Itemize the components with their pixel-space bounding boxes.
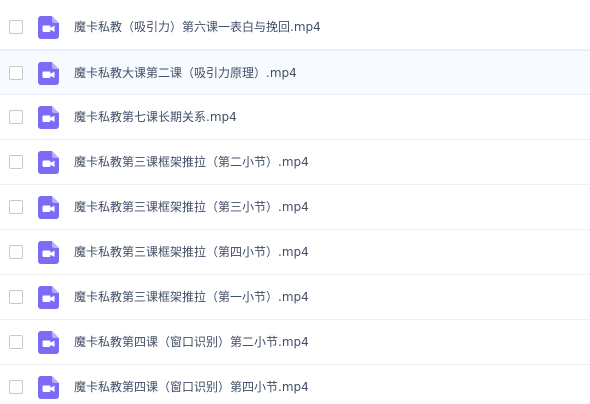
video-file-icon [38, 61, 59, 85]
video-file-icon [38, 151, 59, 174]
row-checkbox[interactable] [9, 380, 23, 394]
video-file-icon [38, 16, 59, 39]
row-checkbox[interactable] [9, 155, 23, 169]
file-row[interactable]: 魔卡私教第七课长期关系.mp4 [0, 95, 590, 140]
row-checkbox[interactable] [9, 290, 23, 304]
file-name[interactable]: 魔卡私教第三课框架推拉（第一小节）.mp4 [74, 289, 309, 305]
file-row[interactable]: 魔卡私教第四课（窗口识别）第二小节.mp4 [0, 320, 590, 365]
file-name[interactable]: 魔卡私教第四课（窗口识别）第二小节.mp4 [74, 334, 309, 350]
video-file-icon [38, 376, 59, 399]
file-row[interactable]: 魔卡私教第三课框架推拉（第三小节）.mp4 [0, 185, 590, 230]
video-file-icon [38, 331, 59, 354]
video-file-icon [38, 286, 59, 309]
row-checkbox[interactable] [9, 245, 23, 259]
file-row[interactable]: 魔卡私教第三课框架推拉（第一小节）.mp4 [0, 275, 590, 320]
row-checkbox[interactable] [9, 20, 23, 34]
file-name[interactable]: 魔卡私教第三课框架推拉（第二小节）.mp4 [74, 154, 309, 170]
file-name[interactable]: 魔卡私教第三课框架推拉（第三小节）.mp4 [74, 199, 309, 215]
video-file-icon [38, 106, 59, 129]
file-name[interactable]: 魔卡私教第四课（窗口识别）第四小节.mp4 [74, 379, 309, 395]
file-row[interactable]: 魔卡私教第四课（窗口识别）第四小节.mp4 [0, 365, 590, 404]
video-file-icon [38, 196, 59, 219]
file-list: 魔卡私教（吸引力）第六课一表白与挽回.mp4 魔卡私教大课第二课（吸引力原理）.… [0, 0, 590, 404]
row-checkbox[interactable] [9, 65, 23, 80]
file-name[interactable]: 魔卡私教第七课长期关系.mp4 [74, 109, 237, 125]
row-checkbox[interactable] [9, 200, 23, 214]
file-row[interactable]: 魔卡私教大课第二课（吸引力原理）.mp4 [0, 50, 590, 95]
file-row[interactable]: 魔卡私教第三课框架推拉（第二小节）.mp4 [0, 140, 590, 185]
file-row[interactable]: 魔卡私教第三课框架推拉（第四小节）.mp4 [0, 230, 590, 275]
file-name[interactable]: 魔卡私教第三课框架推拉（第四小节）.mp4 [74, 244, 309, 260]
row-checkbox[interactable] [9, 335, 23, 349]
file-row[interactable]: 魔卡私教（吸引力）第六课一表白与挽回.mp4 [0, 5, 590, 50]
file-name[interactable]: 魔卡私教（吸引力）第六课一表白与挽回.mp4 [74, 19, 321, 35]
file-name[interactable]: 魔卡私教大课第二课（吸引力原理）.mp4 [74, 65, 297, 81]
row-checkbox[interactable] [9, 110, 23, 124]
video-file-icon [38, 241, 59, 264]
